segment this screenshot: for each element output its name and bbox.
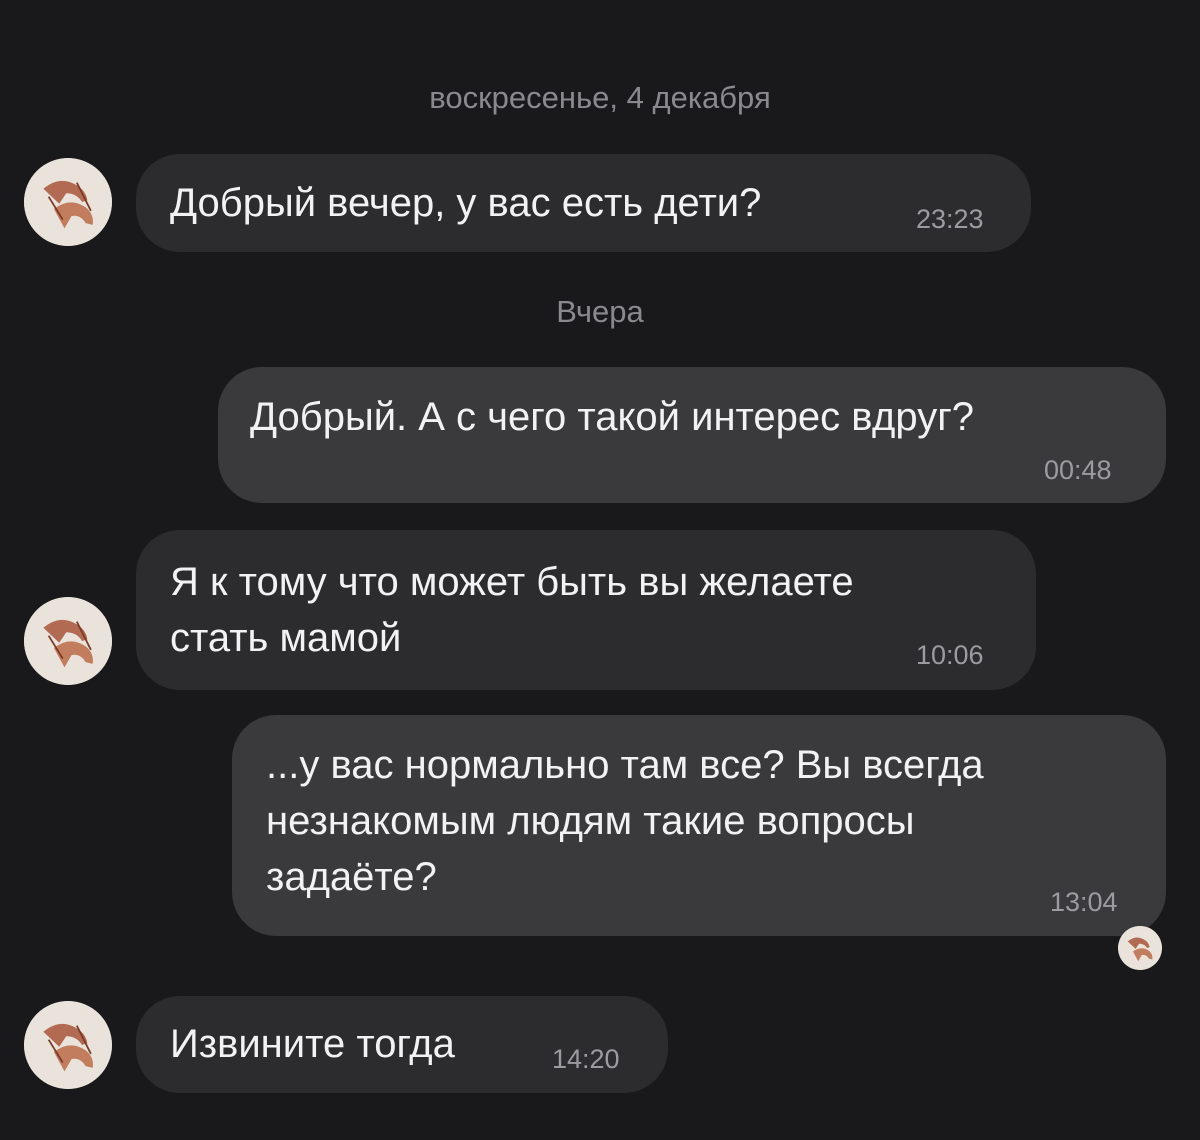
- message-time: 23:23: [916, 204, 984, 234]
- message-text: Добрый вечер, у вас есть дети?: [170, 181, 762, 225]
- message-text: ...у вас нормально там все? Вы всегда не…: [266, 743, 984, 899]
- date-separator: Вчера: [556, 294, 644, 329]
- message-bubble[interactable]: Добрый. А с чего такой интерес вдруг? 00…: [218, 367, 1166, 503]
- message-text: Я к тому что может быть вы желаете стать…: [170, 560, 854, 660]
- message-bubble[interactable]: Добрый вечер, у вас есть дети? 23:23: [136, 154, 1031, 252]
- read-receipt-avatar: [1118, 926, 1162, 970]
- hands-sketch-icon: [24, 1001, 112, 1089]
- hands-sketch-icon: [1118, 926, 1162, 970]
- sender-avatar[interactable]: [24, 1001, 112, 1089]
- sender-avatar[interactable]: [24, 597, 112, 685]
- message-bubble[interactable]: ...у вас нормально там все? Вы всегда не…: [232, 715, 1166, 936]
- chat-thread: воскресенье, 4 декабря Добрый вечер, у в…: [0, 0, 1200, 1140]
- message-time: 14:20: [552, 1044, 620, 1074]
- message-time: 00:48: [1044, 455, 1112, 485]
- message-text: Добрый. А с чего такой интерес вдруг?: [250, 395, 975, 439]
- hands-sketch-icon: [24, 158, 112, 246]
- hands-sketch-icon: [24, 597, 112, 685]
- sender-avatar[interactable]: [24, 158, 112, 246]
- message-time: 13:04: [1050, 887, 1118, 917]
- message-bubble[interactable]: Я к тому что может быть вы желаете стать…: [136, 530, 1036, 690]
- message-time: 10:06: [916, 640, 984, 670]
- message-text: Извините тогда: [170, 1022, 455, 1066]
- date-separator: воскресенье, 4 декабря: [429, 80, 771, 115]
- message-bubble[interactable]: Извините тогда 14:20: [136, 996, 668, 1093]
